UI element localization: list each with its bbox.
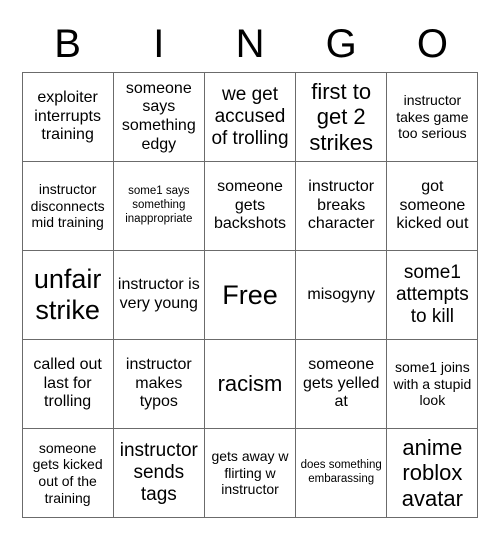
bingo-cell-i5[interactable]: instructor sends tags: [112, 428, 205, 518]
bingo-cell-label: someone says something edgy: [121, 79, 196, 153]
bingo-cell-label: someone gets kicked out of the training: [32, 439, 103, 506]
bingo-cell-label: someone gets backshots: [213, 178, 287, 233]
bingo-header-letter-o: O: [416, 22, 448, 66]
bingo-cell-label: someone gets yelled at: [302, 356, 380, 411]
bingo-cell-label: instructor sends tags: [119, 440, 198, 505]
bingo-cell-label: some1 says something inappropriate: [125, 185, 193, 225]
bingo-cell-label: first to get 2 strikes: [309, 79, 373, 155]
bingo-cell-g2[interactable]: instructor breaks character: [295, 161, 388, 251]
bingo-cell-label: anime roblox avatar: [401, 435, 463, 511]
bingo-row: someone gets kicked out of the training …: [21, 428, 479, 518]
bingo-cell-o2[interactable]: got someone kicked out: [386, 161, 479, 251]
bingo-cell-b1[interactable]: exploiter interrupts training: [21, 72, 114, 162]
bingo-cell-n4[interactable]: racism: [203, 339, 297, 429]
bingo-row: instructor disconnects mid training some…: [21, 161, 479, 251]
bingo-cell-label: does something embarassing: [300, 459, 382, 485]
bingo-cell-free-space[interactable]: Free: [203, 250, 297, 340]
bingo-header-row: B I N G O: [22, 0, 478, 66]
bingo-card: B I N G O exploiter interrupts training …: [0, 0, 500, 544]
bingo-header-letter-g: G: [325, 22, 357, 66]
bingo-cell-label: instructor disconnects mid training: [30, 181, 105, 231]
bingo-cell-g4[interactable]: someone gets yelled at: [295, 339, 388, 429]
bingo-cell-i2[interactable]: some1 says something inappropriate: [112, 161, 205, 251]
bingo-grid: exploiter interrupts training someone sa…: [21, 72, 479, 518]
bingo-cell-n5[interactable]: gets away w flirting w instructor: [203, 428, 297, 518]
bingo-cell-label: some1 joins with a stupid look: [393, 359, 472, 409]
bingo-cell-b5[interactable]: someone gets kicked out of the training: [21, 428, 114, 518]
bingo-row: unfair strike instructor is very young F…: [21, 250, 479, 340]
bingo-cell-i4[interactable]: instructor makes typos: [112, 339, 205, 429]
bingo-cell-o4[interactable]: some1 joins with a stupid look: [386, 339, 479, 429]
bingo-cell-n1[interactable]: we get accused of trolling: [203, 72, 297, 162]
bingo-cell-o3[interactable]: some1 attempts to kill: [386, 250, 479, 340]
bingo-row: called out last for trolling instructor …: [21, 339, 479, 429]
bingo-cell-n2[interactable]: someone gets backshots: [203, 161, 297, 251]
bingo-cell-g1[interactable]: first to get 2 strikes: [295, 72, 388, 162]
bingo-cell-b4[interactable]: called out last for trolling: [21, 339, 114, 429]
bingo-cell-label: some1 attempts to kill: [395, 262, 469, 327]
bingo-cell-i3[interactable]: instructor is very young: [112, 250, 205, 340]
bingo-cell-label: racism: [217, 371, 283, 397]
bingo-header-letter-b: B: [54, 22, 81, 66]
bingo-cell-label: instructor makes typos: [125, 356, 192, 411]
bingo-cell-o5[interactable]: anime roblox avatar: [386, 428, 479, 518]
bingo-cell-b2[interactable]: instructor disconnects mid training: [21, 161, 114, 251]
bingo-cell-label: instructor breaks character: [307, 178, 375, 233]
bingo-cell-g5[interactable]: does something embarassing: [295, 428, 388, 518]
bingo-cell-b3[interactable]: unfair strike: [21, 250, 114, 340]
bingo-header-letter-i: I: [153, 22, 165, 66]
bingo-cell-label: instructor is very young: [117, 276, 200, 312]
bingo-cell-label: we get accused of trolling: [211, 84, 289, 149]
bingo-cell-label: exploiter interrupts training: [34, 89, 101, 144]
bingo-cell-label: got someone kicked out: [396, 178, 469, 233]
bingo-free-space-label: Free: [222, 279, 278, 310]
bingo-cell-label: gets away w flirting w instructor: [211, 448, 289, 498]
bingo-cell-label: called out last for trolling: [33, 356, 102, 411]
bingo-cell-label: instructor takes game too serious: [396, 92, 469, 142]
bingo-cell-label: misogyny: [307, 285, 375, 303]
bingo-cell-o1[interactable]: instructor takes game too serious: [386, 72, 479, 162]
bingo-row: exploiter interrupts training someone sa…: [21, 72, 479, 162]
bingo-cell-i1[interactable]: someone says something edgy: [112, 72, 205, 162]
bingo-cell-g3[interactable]: misogyny: [295, 250, 388, 340]
bingo-cell-label: unfair strike: [33, 264, 102, 325]
bingo-header-letter-n: N: [235, 22, 265, 66]
